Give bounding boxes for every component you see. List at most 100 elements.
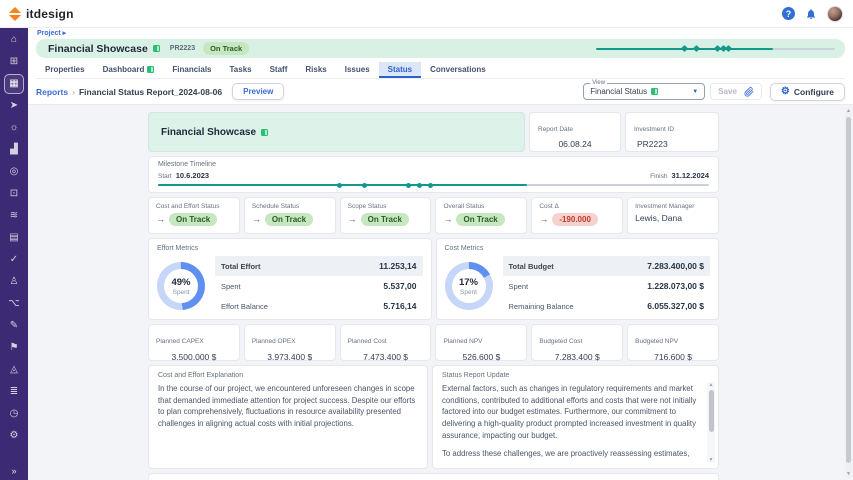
effort-metrics-title: Effort Metrics (157, 245, 423, 252)
sidebar-item-administration-icon[interactable]: ⚙ (4, 426, 24, 446)
sidebar-item-time-icon[interactable]: ◷ (4, 404, 24, 424)
sidebar-item-projects-icon[interactable]: ▦ (4, 74, 24, 94)
tab-risks[interactable]: Risks (296, 62, 335, 78)
tab-staff[interactable]: Staff (261, 62, 297, 78)
cost-donut-chart: 17% Spent (445, 262, 493, 310)
sidebar-collapse-icon[interactable]: » (0, 466, 28, 476)
cost-metrics-table: Total Budget7.283.400,00 $Spent1.228.073… (503, 256, 711, 316)
sidebar-item-goals-icon[interactable]: ◎ (4, 162, 24, 182)
finish-label: Finish (650, 173, 667, 180)
sidebar-item-ideas-icon[interactable]: ☼ (4, 118, 24, 138)
milestone-marker (406, 183, 411, 188)
tab-label: Conversations (430, 65, 486, 74)
sidebar-item-staffing-icon[interactable]: ♙ (4, 272, 24, 292)
status-card-value: On Track (361, 213, 409, 226)
tab-label: Properties (45, 65, 85, 74)
status-card-value: -190.000 (552, 213, 598, 226)
status-report-update-card: Status Report Update External factors, s… (432, 365, 719, 469)
sidebar-icons: ⌂⊞▦➤☼▟◎⊡≋▤✓♙⌥✎⚑◬≣◷⚙ (0, 30, 28, 446)
value-card: Planned CAPEX3.500.000 $ (148, 324, 240, 361)
sidebar-item-analytics-icon[interactable]: ≋ (4, 206, 24, 226)
scroll-down-icon[interactable]: ▼ (845, 471, 852, 478)
breadcrumb-separator: › (72, 87, 75, 97)
update-title: Status Report Update (442, 372, 702, 379)
breadcrumb-reports-link[interactable]: Reports (36, 87, 68, 97)
sidebar-item-home-icon[interactable]: ⌂ (4, 30, 24, 50)
metric-label: Spent (509, 282, 529, 291)
sidebar-item-board-icon[interactable]: ▤ (4, 228, 24, 248)
configure-label: Configure (794, 87, 834, 97)
effort-metrics-table: Total Effort11.253,14Spent5.537,00Effort… (215, 256, 423, 316)
value-card-label: Planned CAPEX (156, 338, 204, 345)
view-select[interactable]: View Financial Status ▼ (583, 83, 705, 100)
sidebar-item-hierarchy-icon[interactable]: ◬ (4, 360, 24, 380)
tab-label: Issues (345, 65, 370, 74)
status-cards-row: Cost and Effort Status→On TrackSchedule … (148, 197, 719, 234)
help-icon[interactable]: ? (782, 7, 795, 20)
scroll-up-icon[interactable]: ▲ (845, 108, 852, 115)
value-card-label: Planned NPV (443, 338, 482, 345)
explanation-text: In the course of our project, we encount… (158, 383, 418, 430)
effort-donut-chart: 49% Spent (157, 262, 205, 310)
metric-label: Effort Balance (221, 302, 268, 311)
status-card-label: Cost and Effort Status (156, 203, 232, 210)
effort-spent-percent: 49% (171, 277, 190, 288)
text-scrollbar[interactable]: ▲ ▼ (707, 382, 715, 463)
report-title: Financial Showcase (161, 127, 256, 138)
value-card-label: Budgeted Cost (539, 338, 582, 345)
tab-status[interactable]: Status (379, 62, 421, 78)
user-avatar[interactable] (827, 6, 843, 22)
report-toolbar: Reports › Financial Status Report_2024-0… (28, 79, 853, 105)
configure-button[interactable]: ⚙ Configure (770, 83, 845, 101)
start-date: 10.6.2023 (176, 171, 209, 180)
value-card: Budgeted Cost 7.283.400 $ (531, 324, 623, 361)
timeline-dates: Start 10.6.2023 Finish 31.12.2024 (158, 171, 709, 180)
save-button[interactable]: Save (718, 87, 737, 96)
investment-id-value: PR2223 (634, 139, 710, 149)
milestone-marker (337, 183, 342, 188)
tab-properties[interactable]: Properties (36, 62, 94, 78)
scrollbar-thumb[interactable] (709, 390, 714, 432)
itdesign-logo: itdesign (10, 7, 74, 21)
scrollbar-thumb[interactable] (846, 117, 851, 463)
metric-row: Spent1.228.073,00 $ (503, 276, 711, 296)
tab-issues[interactable]: Issues (336, 62, 379, 78)
tab-tasks[interactable]: Tasks (221, 62, 261, 78)
milestone-timeline-card: Milestone Timeline Start 10.6.2023 Finis… (148, 156, 719, 193)
notifications-bell-icon[interactable] (805, 8, 817, 20)
view-report-icon (651, 88, 658, 95)
sidebar-item-initiatives-icon[interactable]: ➤ (4, 96, 24, 116)
sidebar-item-knowledge-icon[interactable]: ⚑ (4, 338, 24, 358)
page-scrollbar[interactable]: ▲ ▼ (845, 108, 852, 478)
cost-metrics-title: Cost Metrics (445, 245, 711, 252)
tab-conversations[interactable]: Conversations (421, 62, 495, 78)
value-card-value: 7.283.400 $ (539, 352, 615, 362)
sidebar-item-organization-icon[interactable]: ⌥ (4, 294, 24, 314)
status-card: Investment ManagerLewis, Dana (627, 197, 719, 234)
sidebar-item-apps-grid-icon[interactable]: ⊞ (4, 52, 24, 72)
trend-arrow-icon: → (443, 215, 452, 224)
attachment-paperclip-icon[interactable] (744, 87, 754, 97)
sidebar-item-approvals-icon[interactable]: ✓ (4, 250, 24, 270)
status-card-label: Investment Manager (635, 203, 711, 210)
tab-dashboard[interactable]: Dashboard (94, 62, 164, 78)
investment-id-card: Investment ID PR2223 (625, 112, 719, 152)
status-card-label: Scope Status (348, 203, 424, 210)
preview-button[interactable]: Preview (232, 83, 284, 100)
main-area: Project ▸ Financial Showcase PR2223 On T… (28, 28, 853, 480)
gear-icon: ⚙ (781, 87, 790, 97)
sidebar-item-reports-icon[interactable]: ▟ (4, 140, 24, 160)
tab-label: Status (388, 65, 412, 74)
tab-label: Financials (172, 65, 211, 74)
scroll-down-icon[interactable]: ▼ (707, 457, 715, 463)
sidebar-item-notes-icon[interactable]: ✎ (4, 316, 24, 336)
project-breadcrumb[interactable]: Project ▸ (37, 29, 66, 37)
tab-financials[interactable]: Financials (163, 62, 220, 78)
sidebar-item-presentations-icon[interactable]: ⊡ (4, 184, 24, 204)
sidebar-item-documents-icon[interactable]: ≣ (4, 382, 24, 402)
milestone-marker (428, 183, 433, 188)
topbar-actions: ? (782, 6, 843, 22)
status-card-value: On Track (265, 213, 313, 226)
metric-label: Total Budget (509, 262, 554, 271)
scroll-up-icon[interactable]: ▲ (707, 382, 715, 388)
